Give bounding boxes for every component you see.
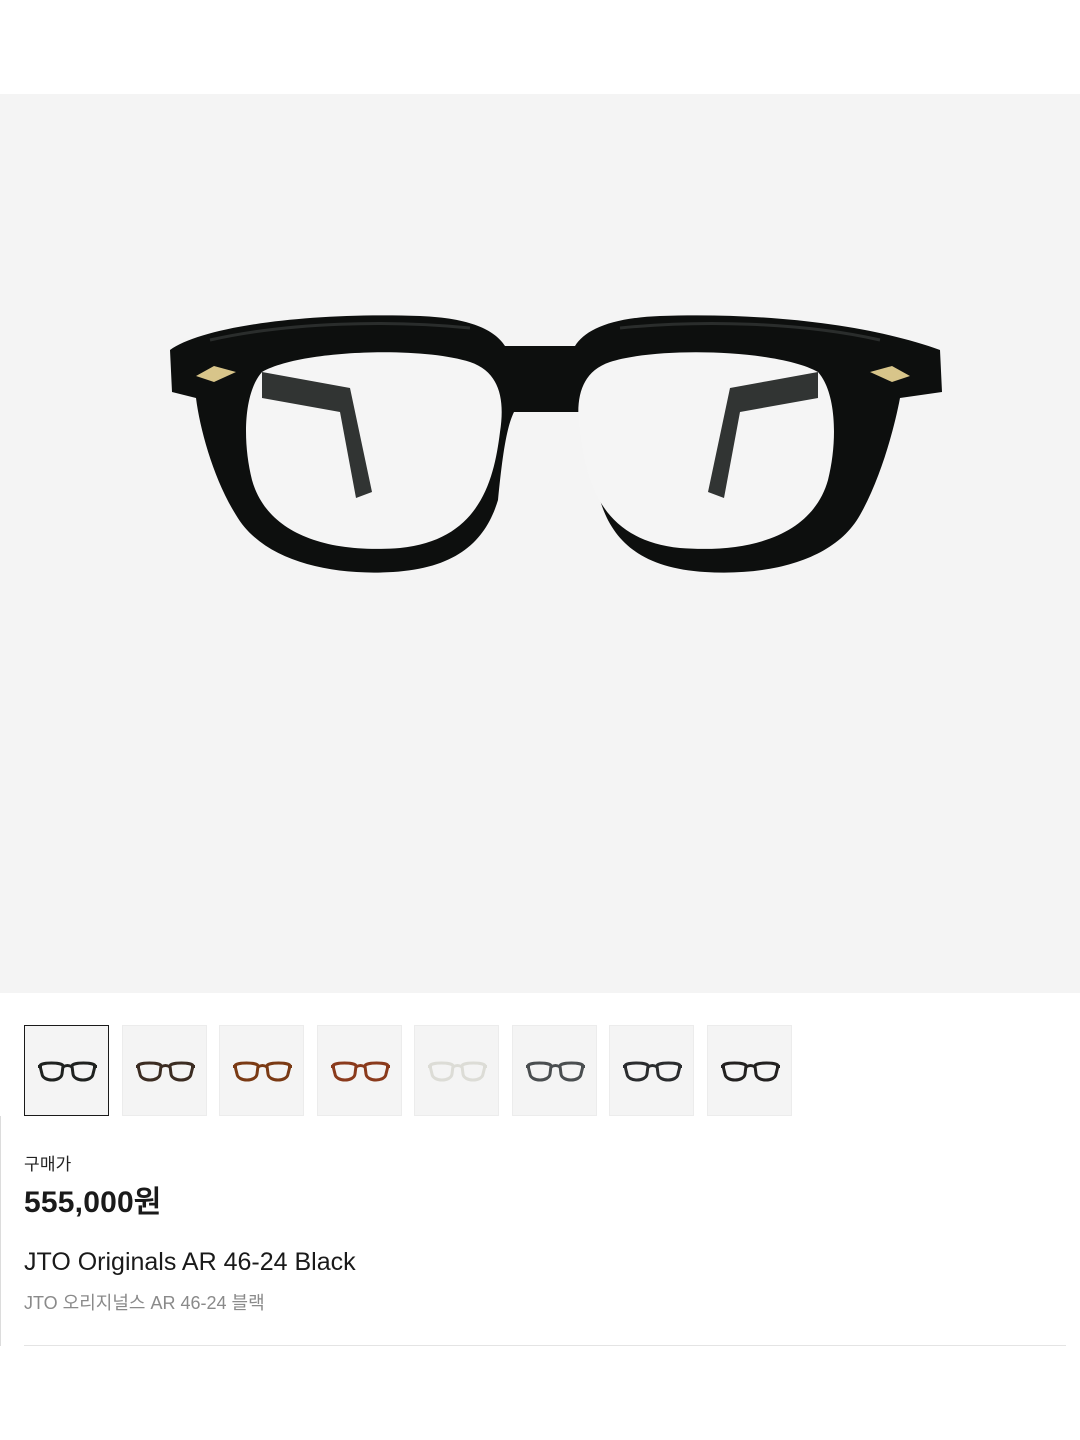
glasses-thumb-icon: [526, 1061, 585, 1082]
product-name-ko: JTO 오리지널스 AR 46-24 블랙: [24, 1293, 265, 1313]
product-main-image[interactable]: [0, 94, 1080, 993]
thumb-dark-tortoise[interactable]: [122, 1025, 207, 1116]
glasses-thumb-icon: [136, 1061, 195, 1082]
glasses-thumb-icon: [428, 1061, 487, 1082]
price-label: 구매가: [24, 1155, 72, 1174]
glasses-thumb-icon: [233, 1061, 292, 1082]
thumb-black-tortoise[interactable]: [707, 1025, 792, 1116]
glasses-thumb-icon: [38, 1061, 97, 1082]
thumb-grey[interactable]: [512, 1025, 597, 1116]
divider: [24, 1345, 1066, 1346]
thumb-charcoal[interactable]: [609, 1025, 694, 1116]
glasses-thumb-icon: [721, 1061, 780, 1082]
color-thumbnails: [24, 1025, 1064, 1116]
product-name-en: JTO Originals AR 46-24 Black: [24, 1248, 356, 1276]
glasses-thumb-icon: [331, 1061, 390, 1082]
side-rule: [0, 1116, 1, 1346]
thumb-tortoise[interactable]: [219, 1025, 304, 1116]
glasses-thumb-icon: [623, 1061, 682, 1082]
header-space: [0, 0, 1080, 94]
product-page: 구매가 555,000원 JTO Originals AR 46-24 Blac…: [0, 0, 1080, 1440]
glasses-image: [170, 315, 942, 573]
thumb-clear[interactable]: [414, 1025, 499, 1116]
price-value: 555,000원: [24, 1186, 162, 1219]
thumb-amber[interactable]: [317, 1025, 402, 1116]
thumb-black[interactable]: [24, 1025, 109, 1116]
